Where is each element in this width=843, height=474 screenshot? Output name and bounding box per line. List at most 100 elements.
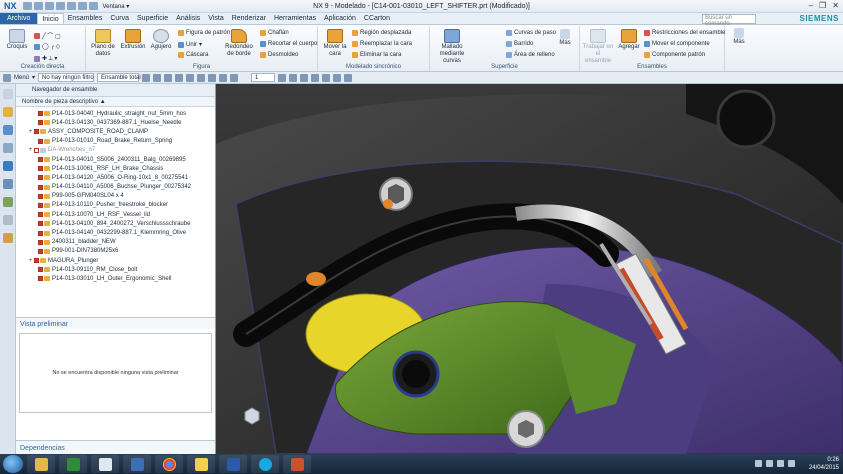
assembly-constraints-button[interactable]: Restricciones del ensamble: [644, 30, 725, 36]
taskbar-email[interactable]: [91, 455, 119, 473]
expand-icon[interactable]: +: [28, 129, 33, 135]
datum-plane-button[interactable]: Plano de datos: [88, 29, 118, 58]
paste-icon[interactable]: [77, 2, 87, 10]
layer-icon[interactable]: [230, 73, 239, 82]
visibility-checkbox[interactable]: [38, 267, 43, 273]
visibility-checkbox[interactable]: [38, 193, 43, 199]
type-filter-select[interactable]: No hay ningún filtro: [38, 73, 95, 82]
clock[interactable]: 0:26 24/04/2015: [809, 456, 839, 472]
surface-more-button[interactable]: Más: [554, 29, 576, 47]
select-all-icon[interactable]: [153, 73, 162, 82]
filter-icon[interactable]: [142, 73, 151, 82]
roles-icon[interactable]: [3, 215, 13, 225]
trim-body-button[interactable]: Recortar el cuerpo: [260, 41, 317, 47]
restore-icon[interactable]: ❐: [819, 1, 826, 10]
tree-row[interactable]: P14-013-10070_LH_RSF_Vessel_lid: [16, 210, 215, 219]
tab-application[interactable]: Aplicación: [320, 13, 360, 24]
start-button[interactable]: [3, 455, 23, 473]
tab-tools[interactable]: Herramientas: [270, 13, 320, 24]
render-style-icon[interactable]: [219, 73, 228, 82]
pattern-component-button[interactable]: Componente patrón: [644, 52, 705, 58]
tab-ccarton[interactable]: CCarton: [360, 13, 394, 24]
offset-region-button[interactable]: Región desplazada: [352, 30, 411, 36]
visibility-checkbox[interactable]: [38, 221, 43, 227]
tree-row[interactable]: P14-013-04130_0437369-887.1_Huelse_Needl…: [16, 118, 215, 127]
volume-icon[interactable]: [777, 460, 784, 467]
taskbar-chrome[interactable]: [155, 455, 183, 473]
assemblies-more-button[interactable]: Más: [728, 28, 750, 46]
swept-button[interactable]: Barrido: [506, 41, 533, 47]
move-face-button[interactable]: Mover la cara: [320, 29, 350, 58]
visibility-checkbox[interactable]: [34, 129, 39, 135]
tab-curve[interactable]: Curva: [106, 13, 133, 24]
visibility-checkbox[interactable]: [38, 175, 43, 181]
visibility-checkbox[interactable]: [38, 202, 43, 208]
taskbar-nx[interactable]: [123, 455, 151, 473]
history-icon[interactable]: [3, 179, 13, 189]
tree-row[interactable]: 2400311_bladder_NEW: [16, 238, 215, 247]
tree-row[interactable]: P14-013-03010_LH_Outer_Ergonomic_Shell: [16, 274, 215, 283]
work-in-assembly-button[interactable]: Trabajar en el ensamble: [582, 29, 614, 65]
tree-row[interactable]: P14-013-04010_S5006_2400311_Balg_0026989…: [16, 155, 215, 164]
visibility-checkbox[interactable]: [38, 248, 43, 254]
taskbar-skype[interactable]: [251, 455, 279, 473]
visibility-checkbox[interactable]: [38, 111, 43, 117]
line-tool[interactable]: ╱ ⌒ ▢: [34, 31, 61, 40]
view-orient-icon[interactable]: [175, 73, 184, 82]
snap-point-icon[interactable]: [164, 73, 173, 82]
unite-button[interactable]: Unir ▾: [178, 41, 202, 48]
tree-row[interactable]: P99-005-GFM040SL04 x 4: [16, 192, 215, 201]
tree-row[interactable]: P14-013-10110_Pusher_freestroke_blocker: [16, 201, 215, 210]
window-menu[interactable]: Ventana ▾: [103, 3, 130, 10]
taskbar-explorer[interactable]: [27, 455, 55, 473]
expand-icon[interactable]: +: [28, 147, 33, 153]
save-icon[interactable]: [22, 2, 32, 10]
draft-button[interactable]: Desmoldeo: [260, 52, 298, 58]
visibility-checkbox[interactable]: [38, 230, 43, 236]
column-header[interactable]: Nombre de pieza descriptivo ▲: [16, 97, 215, 107]
visibility-checkbox[interactable]: [38, 239, 43, 245]
point-snap-icon-1[interactable]: [278, 73, 287, 82]
tree-row[interactable]: + DA-Wrenches_n7: [16, 146, 215, 155]
rotate-icon[interactable]: [197, 73, 206, 82]
tab-home[interactable]: Inicio: [37, 13, 64, 24]
part-navigator-icon[interactable]: [3, 107, 13, 117]
taskbar-notepad[interactable]: [187, 455, 215, 473]
assembly-navigator-icon[interactable]: [3, 89, 13, 99]
tree-row[interactable]: P14-013-04040_Hydraulic_straight_nut_5mm…: [16, 109, 215, 118]
web-browser-icon[interactable]: [3, 161, 13, 171]
point-snap-icon-2[interactable]: [289, 73, 298, 82]
point-snap-icon-6[interactable]: [333, 73, 342, 82]
tree-row[interactable]: P14-013-01010_Road_Brake_Return_Spring: [16, 137, 215, 146]
tree-row[interactable]: P14-013-10061_RSF_LH_Brake_Chassis: [16, 164, 215, 173]
add-component-button[interactable]: Agregar: [616, 29, 642, 51]
visibility-checkbox[interactable]: [38, 138, 43, 144]
menu-button[interactable]: Menú: [14, 75, 29, 81]
point-snap-icon-5[interactable]: [322, 73, 331, 82]
tree-row[interactable]: P99-001-DIN7380M25x6: [16, 247, 215, 256]
tree-row[interactable]: P14-013-04100_894_2400272_Verschlussschr…: [16, 219, 215, 228]
visibility-checkbox[interactable]: [34, 147, 39, 153]
tree-row[interactable]: + MAGURA_Plunger: [16, 256, 215, 265]
minimize-icon[interactable]: –: [809, 1, 813, 10]
selection-scope-select[interactable]: Ensamble total: [97, 73, 141, 82]
visibility-checkbox[interactable]: [38, 157, 43, 163]
command-search-input[interactable]: Buscar un comando: [702, 14, 756, 27]
copy-icon[interactable]: [66, 2, 76, 10]
extrude-button[interactable]: Extrusión: [118, 29, 148, 51]
tab-view[interactable]: Vista: [204, 13, 227, 24]
repeat-icon[interactable]: [88, 2, 98, 10]
visibility-checkbox[interactable]: [38, 184, 43, 190]
point-tool[interactable]: ✚ ⟂ ▾: [34, 55, 57, 63]
tree-row[interactable]: P14-013-04110_A5006_Buchse_Plunger_00275…: [16, 183, 215, 192]
pan-icon[interactable]: [208, 73, 217, 82]
cut-icon[interactable]: [55, 2, 65, 10]
hole-button[interactable]: Agujero: [146, 29, 176, 51]
preview-panel-header[interactable]: Vista preliminar: [16, 317, 215, 329]
tree-row[interactable]: P14-013-04140_0432299-887.1_Klemmring_Ol…: [16, 228, 215, 237]
visibility-checkbox[interactable]: [34, 258, 39, 264]
taskbar-excel[interactable]: [59, 455, 87, 473]
hd3d-icon[interactable]: [3, 143, 13, 153]
graphics-window[interactable]: [216, 84, 843, 454]
arc-tool[interactable]: ◯ ╭ ◇: [34, 43, 60, 50]
